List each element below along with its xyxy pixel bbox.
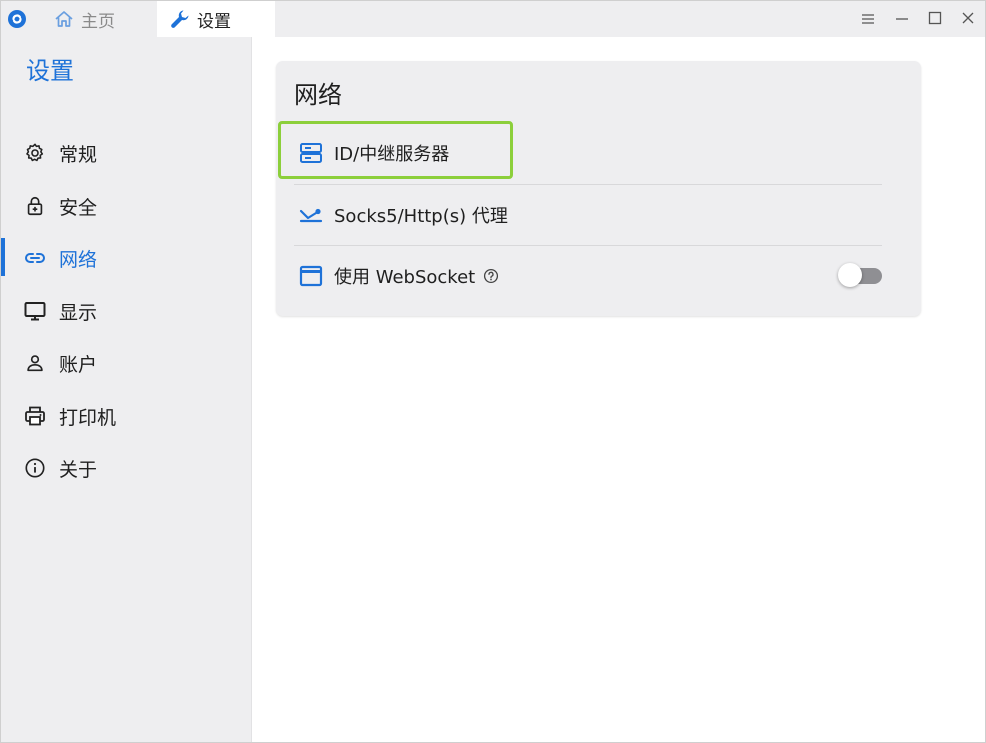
sidebar-title: 设置 xyxy=(26,57,74,85)
title-bar: 主页 设置 xyxy=(1,1,985,37)
person-icon xyxy=(23,351,47,375)
network-card: 网络 ID/中继服务器 Socks5/Http(s) 代理 使用 WebSock… xyxy=(276,61,921,316)
info-icon xyxy=(23,456,47,480)
sidebar-item-display[interactable]: 显示 xyxy=(1,289,251,333)
tab-home-label: 主页 xyxy=(81,11,115,32)
sidebar-item-label: 关于 xyxy=(59,458,98,481)
minimize-icon xyxy=(895,10,909,29)
maximize-button[interactable] xyxy=(918,1,952,37)
menu-button[interactable] xyxy=(851,1,885,37)
app-logo-icon xyxy=(7,9,27,29)
maximize-icon xyxy=(928,10,942,29)
sidebar-item-label: 打印机 xyxy=(59,406,117,429)
sidebar-item-general[interactable]: 常规 xyxy=(1,131,251,175)
window-icon xyxy=(298,263,324,289)
printer-icon xyxy=(23,404,47,428)
socks5-proxy-row[interactable]: Socks5/Http(s) 代理 xyxy=(294,184,882,245)
lock-icon xyxy=(23,194,47,218)
tab-home[interactable]: 主页 xyxy=(45,1,155,37)
tab-settings-label: 设置 xyxy=(197,11,231,32)
gear-icon xyxy=(23,141,47,165)
sidebar-item-label: 常规 xyxy=(59,143,98,166)
link-icon xyxy=(23,246,47,270)
websocket-toggle[interactable] xyxy=(838,263,882,287)
sidebar-item-label: 账户 xyxy=(59,353,98,376)
server-icon xyxy=(298,140,324,166)
monitor-icon xyxy=(23,299,47,323)
tab-settings[interactable]: 设置 xyxy=(157,1,275,37)
sidebar-item-label: 安全 xyxy=(59,196,98,219)
sidebar: 设置 常规 安全 网络 显示 账户 打印机 关于 xyxy=(1,37,252,742)
wrench-icon xyxy=(169,8,191,30)
id-relay-server-row[interactable]: ID/中继服务器 xyxy=(294,123,882,183)
sidebar-item-printer[interactable]: 打印机 xyxy=(1,394,251,438)
sidebar-item-label: 网络 xyxy=(59,248,98,271)
sidebar-item-about[interactable]: 关于 xyxy=(1,446,251,490)
card-title: 网络 xyxy=(294,81,342,109)
close-button[interactable] xyxy=(951,1,985,37)
sidebar-item-account[interactable]: 账户 xyxy=(1,341,251,385)
settings-window: 主页 设置 设置 常规 安全 网络 显示 账户 打印机 关于 网络 ID/中继服… xyxy=(0,0,986,743)
toggle-knob xyxy=(838,263,862,287)
menu-icon xyxy=(861,10,875,29)
row-label: Socks5/Http(s) 代理 xyxy=(334,206,508,227)
help-icon[interactable] xyxy=(483,268,499,284)
sidebar-item-network[interactable]: 网络 xyxy=(1,236,251,280)
row-label: ID/中继服务器 xyxy=(334,144,450,165)
websocket-row[interactable]: 使用 WebSocket xyxy=(294,245,882,306)
main-content: 网络 ID/中继服务器 Socks5/Http(s) 代理 使用 WebSock… xyxy=(252,37,985,742)
sidebar-item-security[interactable]: 安全 xyxy=(1,184,251,228)
proxy-icon xyxy=(298,202,324,228)
sidebar-item-label: 显示 xyxy=(59,301,98,324)
home-icon xyxy=(53,8,75,30)
row-label: 使用 WebSocket xyxy=(334,267,476,288)
close-icon xyxy=(961,10,975,29)
minimize-button[interactable] xyxy=(885,1,919,37)
